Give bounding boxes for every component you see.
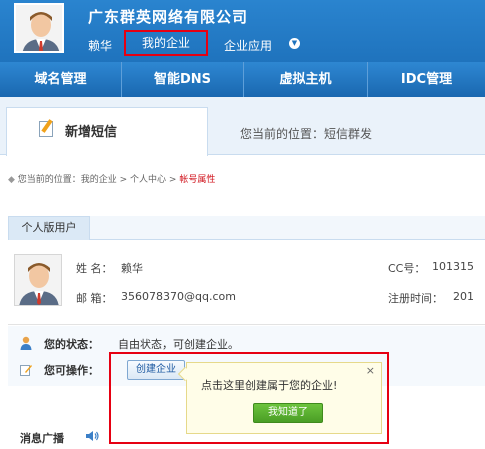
broadcast-label: 消息广播 bbox=[20, 432, 64, 445]
got-it-button[interactable]: 我知道了 bbox=[253, 403, 323, 423]
cc-label: CC号： bbox=[388, 262, 426, 275]
breadcrumb: ◆ 您当前的位置：我的企业 > 个人中心 > 帐号属性 bbox=[8, 172, 215, 185]
user-status-icon bbox=[20, 336, 32, 350]
nav-dns[interactable]: 智能DNS bbox=[122, 62, 244, 97]
main-nav: 域名管理 智能DNS 虚拟主机 IDC管理 bbox=[0, 62, 485, 97]
status-label: 您的状态： bbox=[44, 338, 99, 351]
operations-label: 您可操作： bbox=[44, 364, 99, 377]
enterprise-apps-menu[interactable]: 企业应用 bbox=[224, 37, 272, 54]
cc-value: 101315 bbox=[432, 260, 474, 273]
status-value: 自由状态，可创建企业。 bbox=[118, 338, 239, 351]
email-label: 邮 箱： bbox=[76, 292, 113, 305]
edit-icon bbox=[20, 365, 32, 376]
section-tab-personal[interactable]: 个人版用户 bbox=[8, 216, 90, 240]
breadcrumb-path[interactable]: 您当前的位置：我的企业 > 个人中心 > bbox=[18, 175, 180, 185]
tab-location-text: 您当前的位置：短信群发 bbox=[240, 127, 373, 141]
close-icon[interactable]: × bbox=[366, 364, 375, 377]
divider bbox=[8, 324, 485, 325]
chevron-down-icon[interactable]: ▼ bbox=[289, 38, 300, 49]
reg-time-label: 注册时间： bbox=[388, 292, 443, 305]
breadcrumb-dot-icon: ◆ bbox=[8, 175, 18, 185]
user-avatar[interactable] bbox=[14, 3, 64, 53]
nav-domain[interactable]: 域名管理 bbox=[0, 62, 122, 97]
profile-panel: 姓 名： 赖华 邮 箱： 356078370@qq.com CC号： 10131… bbox=[8, 244, 485, 320]
tab-bar: 新增短信 您当前的位置：短信群发 bbox=[0, 97, 485, 156]
nav-idc[interactable]: IDC管理 bbox=[368, 62, 485, 97]
name-value: 赖华 bbox=[121, 262, 143, 275]
reg-time-value: 201 bbox=[453, 290, 474, 303]
profile-avatar bbox=[14, 254, 62, 306]
popup-message: 点击这里创建属于您的企业! bbox=[201, 379, 338, 392]
name-label: 姓 名： bbox=[76, 262, 113, 275]
edit-document-icon bbox=[39, 121, 53, 137]
my-enterprise-link[interactable]: 我的企业 bbox=[124, 30, 208, 56]
company-name: 广东群英网络有限公司 bbox=[88, 8, 249, 26]
top-header: 广东群英网络有限公司 赖华 我的企业 企业应用 ▼ bbox=[0, 0, 485, 62]
user-name-link[interactable]: 赖华 bbox=[88, 37, 112, 54]
tooltip-popup: × 点击这里创建属于您的企业! 我知道了 bbox=[177, 362, 382, 434]
tab-label: 新增短信 bbox=[65, 125, 118, 140]
breadcrumb-current: 帐号属性 bbox=[179, 175, 216, 185]
tab-new-sms[interactable]: 新增短信 bbox=[6, 107, 208, 156]
nav-hosting[interactable]: 虚拟主机 bbox=[244, 62, 368, 97]
speaker-icon bbox=[86, 431, 99, 441]
email-value: 356078370@qq.com bbox=[121, 290, 236, 303]
